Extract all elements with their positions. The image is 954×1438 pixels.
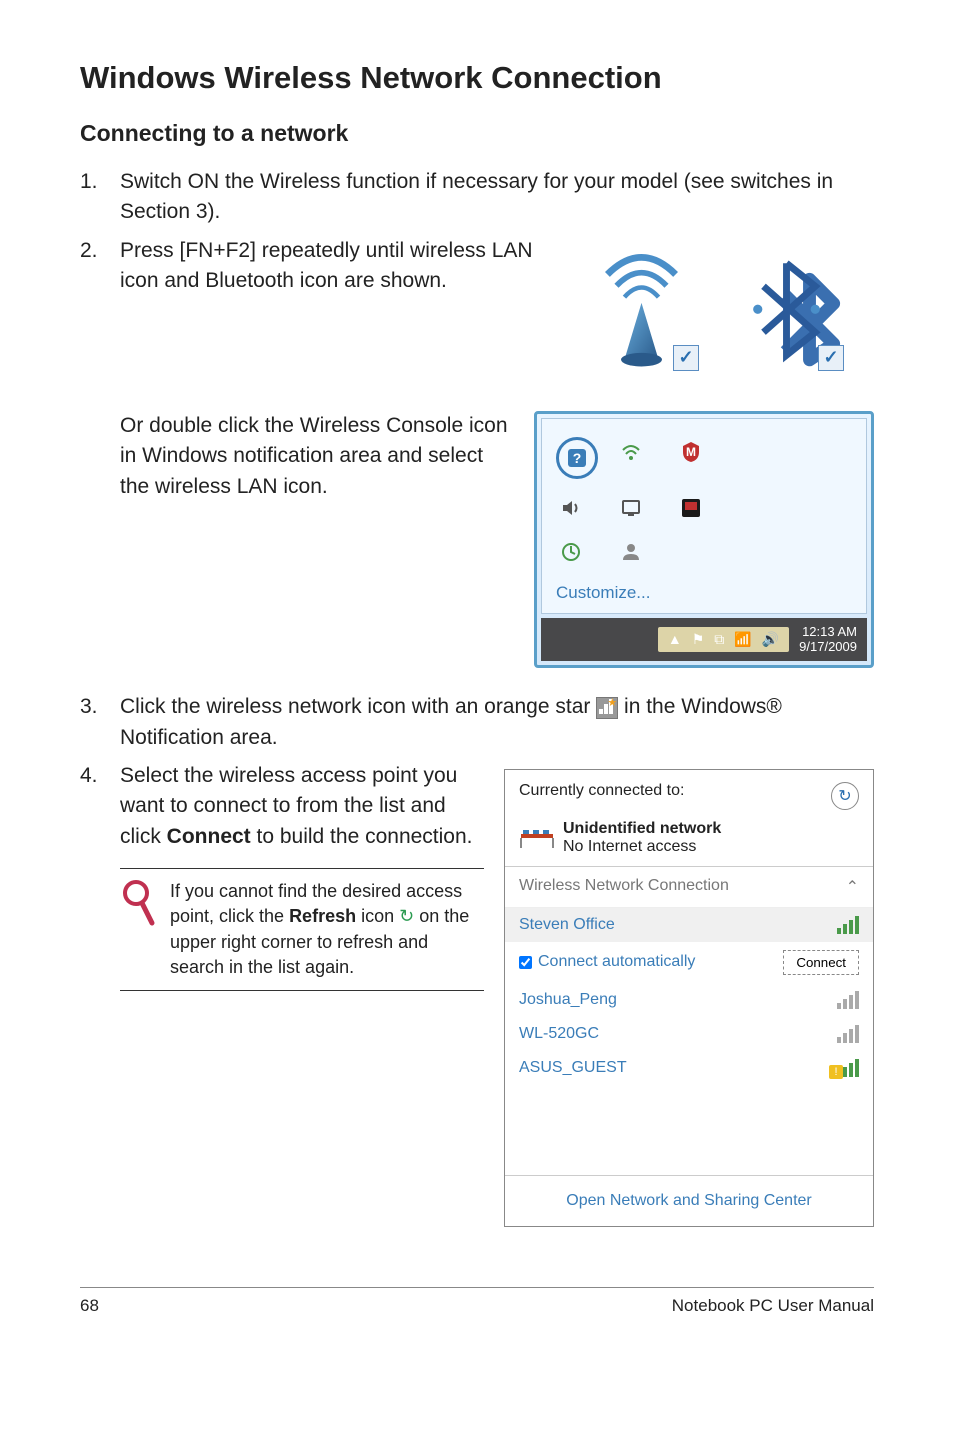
step-text: Click the wireless network icon with an … — [120, 692, 874, 753]
step-3: 3. Click the wireless network icon with … — [80, 692, 874, 753]
wireless-star-icon — [596, 697, 618, 719]
connect-button[interactable]: Connect — [783, 950, 859, 975]
svg-text:?: ? — [573, 450, 582, 466]
step-4: 4. Select the wireless access point you … — [80, 761, 484, 852]
taskbar-time: 12:13 AM — [799, 624, 857, 640]
taskbar-network-icon[interactable]: 📶 — [734, 631, 751, 648]
wireless-console-icon[interactable]: ? — [556, 437, 598, 479]
page-footer: 68 Notebook PC User Manual — [80, 1287, 874, 1316]
network-item[interactable]: Steven Office — [505, 908, 873, 942]
step-number: 2. — [80, 236, 120, 297]
network-id-icon — [519, 824, 555, 852]
customize-link[interactable]: Customize... — [556, 583, 852, 603]
taskbar-date: 9/17/2009 — [799, 639, 857, 655]
network-name: Unidentified network — [563, 820, 721, 838]
tray-mcafee-icon[interactable]: M — [676, 437, 706, 467]
wifi-antenna-icon — [584, 246, 699, 371]
page-title: Windows Wireless Network Connection — [80, 60, 874, 96]
tray-user-icon[interactable] — [616, 537, 646, 567]
connected-to-label: Currently connected to: — [519, 782, 684, 800]
step-text: Select the wireless access point you wan… — [120, 761, 484, 852]
taskbar-arrow-icon[interactable]: ▲ — [668, 631, 682, 647]
refresh-button[interactable]: ↻ — [831, 782, 859, 810]
connect-auto-checkbox[interactable]: Connect automatically — [519, 953, 695, 971]
step-text: Press [FN+F2] repeatedly until wireless … — [120, 236, 564, 297]
network-item[interactable]: WL-520GC — [505, 1017, 873, 1051]
signal-icon — [837, 991, 859, 1009]
page-number: 68 — [80, 1296, 99, 1316]
taskbar-bt-icon[interactable]: ⧉ — [714, 631, 724, 648]
network-access: No Internet access — [563, 838, 721, 856]
svg-text:M: M — [686, 445, 696, 459]
magnifier-icon — [120, 879, 156, 980]
footer-label: Notebook PC User Manual — [672, 1296, 874, 1316]
signal-icon — [837, 1025, 859, 1043]
check-badge-icon — [673, 345, 699, 371]
connect-auto-row: Connect automatically Connect — [505, 942, 873, 983]
wireless-section-label: Wireless Network Connection — [519, 877, 729, 897]
step-text: Or double click the Wireless Console ico… — [120, 411, 514, 502]
step-2: 2. Press [FN+F2] repeatedly until wirele… — [80, 236, 564, 297]
step-number: 1. — [80, 167, 120, 228]
network-item[interactable]: Joshua_Peng — [505, 983, 873, 1017]
taskbar: ▲ ⚑ ⧉ 📶 🔊 12:13 AM 9/17/2009 — [541, 618, 867, 661]
signal-icon — [837, 916, 859, 934]
step-text: Switch ON the Wireless function if neces… — [120, 167, 874, 228]
taskbar-speaker-icon[interactable]: 🔊 — [762, 631, 779, 648]
step-number: 3. — [80, 692, 120, 753]
note-text: If you cannot find the desired access po… — [170, 879, 484, 980]
taskbar-flag-icon[interactable]: ⚑ — [692, 631, 705, 648]
step-2b: Or double click the Wireless Console ico… — [80, 411, 514, 502]
bluetooth-icon — [729, 246, 844, 371]
tray-sync-icon[interactable] — [556, 537, 586, 567]
note-box: If you cannot find the desired access po… — [120, 868, 484, 991]
tray-volume-icon[interactable] — [556, 493, 586, 523]
refresh-inline-icon: ↻ — [399, 904, 414, 929]
system-tray-popup: ? M — [534, 411, 874, 668]
signal-shield-icon — [837, 1059, 859, 1077]
step-number: 4. — [80, 761, 120, 852]
open-network-center-link[interactable]: Open Network and Sharing Center — [505, 1175, 873, 1226]
check-badge-icon — [818, 345, 844, 371]
tray-wifi-icon[interactable] — [616, 437, 646, 467]
tray-app-icon[interactable] — [676, 493, 706, 523]
network-flyout: Currently connected to: ↻ Unidentified n… — [504, 769, 874, 1227]
tray-monitor-icon[interactable] — [616, 493, 646, 523]
collapse-icon[interactable]: ⌃ — [846, 877, 859, 897]
section-subtitle: Connecting to a network — [80, 120, 874, 147]
network-item[interactable]: ASUS_GUEST — [505, 1051, 873, 1085]
step-1: 1. Switch ON the Wireless function if ne… — [80, 167, 874, 228]
